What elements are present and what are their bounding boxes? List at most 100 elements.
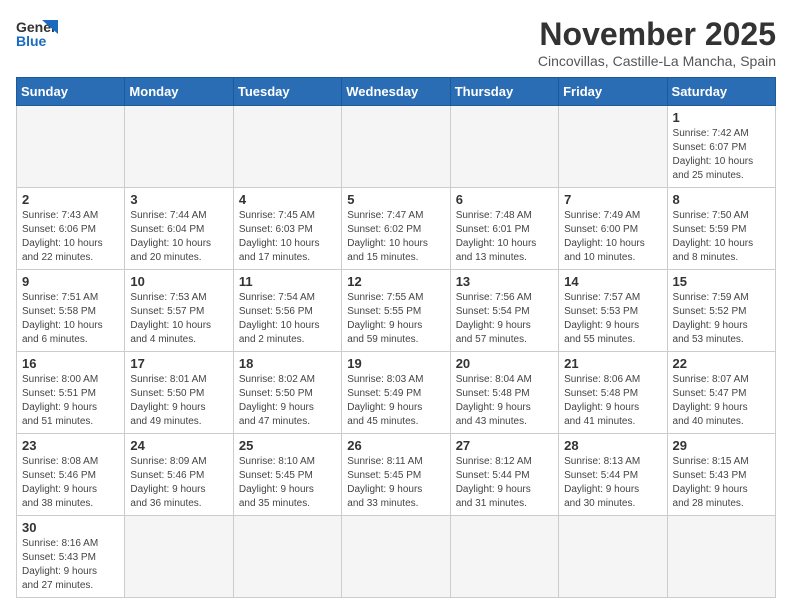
- day-info: Sunrise: 7:54 AM Sunset: 5:56 PM Dayligh…: [239, 291, 336, 347]
- calendar-row: 9 Sunrise: 7:51 AM Sunset: 5:58 PM Daylig…: [17, 270, 776, 352]
- day-info: Sunrise: 8:03 AM Sunset: 5:49 PM Dayligh…: [347, 373, 444, 429]
- day-cell-14: 14 Sunrise: 7:57 AM Sunset: 5:53 PM Dayli…: [559, 270, 667, 352]
- day-cell-22: 22 Sunrise: 8:07 AM Sunset: 5:47 PM Dayli…: [667, 352, 775, 434]
- day-cell-25: 25Sunrise: 8:10 AM Sunset: 5:45 PM Dayli…: [233, 434, 341, 516]
- calendar-row: 30Sunrise: 8:16 AM Sunset: 5:43 PM Dayli…: [17, 516, 776, 598]
- empty-cell: [17, 106, 125, 188]
- day-cell-8: 8 Sunrise: 7:50 AM Sunset: 5:59 PM Daylig…: [667, 188, 775, 270]
- calendar-row: 2Sunrise: 7:43 AM Sunset: 6:06 PM Daylig…: [17, 188, 776, 270]
- day-cell-3: 3 Sunrise: 7:44 AM Sunset: 6:04 PM Daylig…: [125, 188, 233, 270]
- day-info: Sunrise: 7:59 AM Sunset: 5:52 PM Dayligh…: [673, 291, 770, 347]
- day-number: 2: [22, 192, 119, 207]
- day-info: Sunrise: 8:10 AM Sunset: 5:45 PM Dayligh…: [239, 455, 336, 511]
- day-info: Sunrise: 7:51 AM Sunset: 5:58 PM Dayligh…: [22, 291, 119, 347]
- day-info: Sunrise: 8:15 AM Sunset: 5:43 PM Dayligh…: [673, 455, 770, 511]
- day-cell-20: 20 Sunrise: 8:04 AM Sunset: 5:48 PM Dayli…: [450, 352, 558, 434]
- day-number: 9: [22, 274, 119, 289]
- day-number: 26: [347, 438, 444, 453]
- day-info: Sunrise: 8:07 AM Sunset: 5:47 PM Dayligh…: [673, 373, 770, 429]
- day-number: 1: [673, 110, 770, 125]
- day-cell-7: 7 Sunrise: 7:49 AM Sunset: 6:00 PM Daylig…: [559, 188, 667, 270]
- day-cell-4: 4Sunrise: 7:45 AM Sunset: 6:03 PM Daylig…: [233, 188, 341, 270]
- title-area: November 2025 Cincovillas, Castille-La M…: [538, 16, 776, 69]
- day-info: Sunrise: 7:55 AM Sunset: 5:55 PM Dayligh…: [347, 291, 444, 347]
- day-info: Sunrise: 8:06 AM Sunset: 5:48 PM Dayligh…: [564, 373, 661, 429]
- empty-cell: [450, 106, 558, 188]
- weekday-header-row: SundayMondayTuesdayWednesdayThursdayFrid…: [17, 78, 776, 106]
- empty-cell: [125, 516, 233, 598]
- day-number: 7: [564, 192, 661, 207]
- day-number: 28: [564, 438, 661, 453]
- day-cell-5: 5 Sunrise: 7:47 AM Sunset: 6:02 PM Daylig…: [342, 188, 450, 270]
- empty-cell: [233, 516, 341, 598]
- day-info: Sunrise: 7:48 AM Sunset: 6:01 PM Dayligh…: [456, 209, 553, 265]
- empty-cell: [342, 516, 450, 598]
- empty-cell: [233, 106, 341, 188]
- location-subtitle: Cincovillas, Castille-La Mancha, Spain: [538, 53, 776, 69]
- day-number: 27: [456, 438, 553, 453]
- day-cell-6: 6Sunrise: 7:48 AM Sunset: 6:01 PM Daylig…: [450, 188, 558, 270]
- day-info: Sunrise: 7:50 AM Sunset: 5:59 PM Dayligh…: [673, 209, 770, 265]
- day-cell-30: 30Sunrise: 8:16 AM Sunset: 5:43 PM Dayli…: [17, 516, 125, 598]
- empty-cell: [342, 106, 450, 188]
- day-number: 20: [456, 356, 553, 371]
- day-number: 16: [22, 356, 119, 371]
- day-info: Sunrise: 7:56 AM Sunset: 5:54 PM Dayligh…: [456, 291, 553, 347]
- day-info: Sunrise: 7:45 AM Sunset: 6:03 PM Dayligh…: [239, 209, 336, 265]
- day-number: 21: [564, 356, 661, 371]
- day-info: Sunrise: 8:13 AM Sunset: 5:44 PM Dayligh…: [564, 455, 661, 511]
- weekday-header-friday: Friday: [559, 78, 667, 106]
- empty-cell: [559, 106, 667, 188]
- day-info: Sunrise: 7:44 AM Sunset: 6:04 PM Dayligh…: [130, 209, 227, 265]
- day-info: Sunrise: 8:02 AM Sunset: 5:50 PM Dayligh…: [239, 373, 336, 429]
- weekday-header-tuesday: Tuesday: [233, 78, 341, 106]
- logo-icon: General Blue: [16, 16, 58, 48]
- day-cell-21: 21 Sunrise: 8:06 AM Sunset: 5:48 PM Dayli…: [559, 352, 667, 434]
- day-cell-11: 11 Sunrise: 7:54 AM Sunset: 5:56 PM Dayli…: [233, 270, 341, 352]
- day-cell-28: 28 Sunrise: 8:13 AM Sunset: 5:44 PM Dayli…: [559, 434, 667, 516]
- day-cell-2: 2Sunrise: 7:43 AM Sunset: 6:06 PM Daylig…: [17, 188, 125, 270]
- day-cell-19: 19 Sunrise: 8:03 AM Sunset: 5:49 PM Dayli…: [342, 352, 450, 434]
- day-number: 5: [347, 192, 444, 207]
- day-cell-24: 24Sunrise: 8:09 AM Sunset: 5:46 PM Dayli…: [125, 434, 233, 516]
- day-info: Sunrise: 7:49 AM Sunset: 6:00 PM Dayligh…: [564, 209, 661, 265]
- day-info: Sunrise: 8:11 AM Sunset: 5:45 PM Dayligh…: [347, 455, 444, 511]
- weekday-header-sunday: Sunday: [17, 78, 125, 106]
- day-number: 17: [130, 356, 227, 371]
- day-info: Sunrise: 7:53 AM Sunset: 5:57 PM Dayligh…: [130, 291, 227, 347]
- day-number: 8: [673, 192, 770, 207]
- empty-cell: [125, 106, 233, 188]
- day-number: 13: [456, 274, 553, 289]
- day-number: 11: [239, 274, 336, 289]
- day-cell-26: 26 Sunrise: 8:11 AM Sunset: 5:45 PM Dayli…: [342, 434, 450, 516]
- svg-text:Blue: Blue: [16, 33, 47, 48]
- empty-cell: [559, 516, 667, 598]
- day-number: 22: [673, 356, 770, 371]
- day-cell-9: 9 Sunrise: 7:51 AM Sunset: 5:58 PM Daylig…: [17, 270, 125, 352]
- day-number: 12: [347, 274, 444, 289]
- weekday-header-monday: Monday: [125, 78, 233, 106]
- weekday-header-saturday: Saturday: [667, 78, 775, 106]
- day-info: Sunrise: 8:08 AM Sunset: 5:46 PM Dayligh…: [22, 455, 119, 511]
- calendar-row: 23 Sunrise: 8:08 AM Sunset: 5:46 PM Dayli…: [17, 434, 776, 516]
- day-info: Sunrise: 8:04 AM Sunset: 5:48 PM Dayligh…: [456, 373, 553, 429]
- header: General Blue November 2025 Cincovillas, …: [16, 16, 776, 69]
- day-info: Sunrise: 8:01 AM Sunset: 5:50 PM Dayligh…: [130, 373, 227, 429]
- day-info: Sunrise: 7:57 AM Sunset: 5:53 PM Dayligh…: [564, 291, 661, 347]
- day-cell-16: 16Sunrise: 8:00 AM Sunset: 5:51 PM Dayli…: [17, 352, 125, 434]
- day-number: 3: [130, 192, 227, 207]
- day-cell-10: 10 Sunrise: 7:53 AM Sunset: 5:57 PM Dayli…: [125, 270, 233, 352]
- day-number: 14: [564, 274, 661, 289]
- day-cell-1: 1Sunrise: 7:42 AM Sunset: 6:07 PM Daylig…: [667, 106, 775, 188]
- day-number: 19: [347, 356, 444, 371]
- day-number: 23: [22, 438, 119, 453]
- month-title: November 2025: [538, 16, 776, 53]
- day-cell-13: 13 Sunrise: 7:56 AM Sunset: 5:54 PM Dayli…: [450, 270, 558, 352]
- day-cell-15: 15Sunrise: 7:59 AM Sunset: 5:52 PM Dayli…: [667, 270, 775, 352]
- day-cell-29: 29Sunrise: 8:15 AM Sunset: 5:43 PM Dayli…: [667, 434, 775, 516]
- day-cell-12: 12 Sunrise: 7:55 AM Sunset: 5:55 PM Dayli…: [342, 270, 450, 352]
- empty-cell: [450, 516, 558, 598]
- day-number: 30: [22, 520, 119, 535]
- day-info: Sunrise: 7:47 AM Sunset: 6:02 PM Dayligh…: [347, 209, 444, 265]
- day-number: 10: [130, 274, 227, 289]
